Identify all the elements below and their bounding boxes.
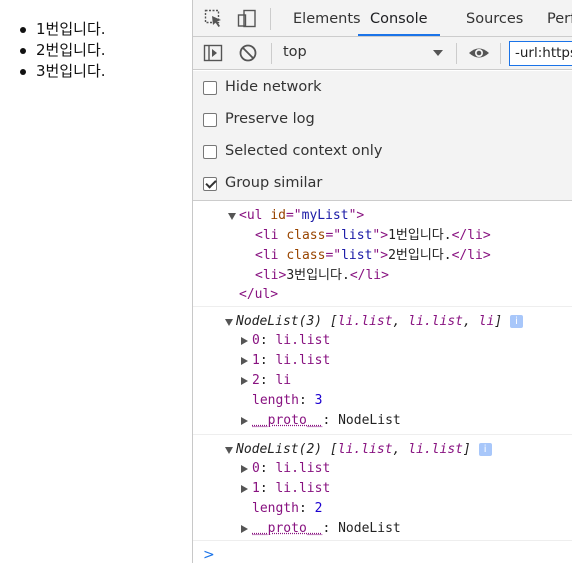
nodelist-entry[interactable]: 2: li bbox=[252, 371, 291, 391]
console-message: NodeList(3) [li.list, li.list, li] i 0: … bbox=[193, 308, 572, 435]
list-item: 1번입니다. bbox=[18, 19, 106, 40]
preserve-log-checkbox[interactable] bbox=[203, 113, 217, 127]
expand-arrow-icon[interactable] bbox=[241, 377, 248, 385]
preserve-log-label: Preserve log bbox=[225, 111, 315, 127]
nodelist-entry[interactable]: 1: li.list bbox=[252, 479, 330, 499]
toolbar-separator bbox=[500, 43, 501, 64]
console-message: <ul id="myList"> <li class="list">1번입니다.… bbox=[193, 201, 572, 307]
expand-arrow-icon[interactable] bbox=[241, 337, 248, 345]
context-selector[interactable]: top bbox=[283, 44, 307, 60]
filter-input[interactable]: -url:https bbox=[509, 41, 572, 66]
devtools-panel: Elements Console Sources Perf top -url:h… bbox=[192, 0, 572, 563]
list-item: 3번입니다. bbox=[18, 61, 106, 82]
console-message: NodeList(2) [li.list, li.list] i 0: li.l… bbox=[193, 436, 572, 541]
console-prompt[interactable]: > bbox=[203, 547, 215, 563]
nodelist-entry[interactable]: 1: li.list bbox=[252, 351, 330, 371]
nodelist-proto[interactable]: __proto__: NodeList bbox=[252, 411, 401, 431]
selected-context-checkbox[interactable] bbox=[203, 145, 217, 159]
hide-network-checkbox[interactable] bbox=[203, 81, 217, 95]
page-viewport: 1번입니다. 2번입니다. 3번입니다. bbox=[0, 0, 192, 563]
expand-arrow-icon[interactable] bbox=[241, 525, 248, 533]
info-icon[interactable]: i bbox=[509, 315, 523, 328]
li-element[interactable]: <li class="list">2번입니다.</li> bbox=[255, 246, 491, 266]
tab-performance[interactable]: Perf bbox=[547, 0, 572, 36]
ul-open-tag[interactable]: <ul id="myList"> bbox=[239, 206, 364, 226]
eye-icon[interactable] bbox=[468, 43, 489, 63]
nodelist-summary[interactable]: NodeList(3) [li.list, li.list, li] i bbox=[236, 312, 523, 332]
ul-close-tag: </ul> bbox=[239, 287, 279, 302]
console-toolbar: top -url:https bbox=[193, 37, 572, 70]
nodelist-summary[interactable]: NodeList(2) [li.list, li.list] i bbox=[236, 440, 492, 460]
expand-arrow-icon[interactable] bbox=[241, 485, 248, 493]
tab-console[interactable]: Console bbox=[358, 0, 440, 36]
group-similar-label: Group similar bbox=[225, 175, 323, 191]
clear-console-icon[interactable] bbox=[238, 43, 258, 63]
nodelist-entry[interactable]: 0: li.list bbox=[252, 459, 330, 479]
nodelist-length: length: 3 bbox=[252, 393, 323, 408]
nodelist-entry[interactable]: 0: li.list bbox=[252, 331, 330, 351]
chevron-down-icon[interactable] bbox=[433, 50, 443, 56]
expand-arrow-icon[interactable] bbox=[241, 465, 248, 473]
info-icon[interactable]: i bbox=[478, 443, 492, 456]
sidebar-toggle-icon[interactable] bbox=[203, 43, 223, 63]
nodelist-proto[interactable]: __proto__: NodeList bbox=[252, 519, 401, 539]
list-item: 2번입니다. bbox=[18, 40, 106, 61]
nodelist-length: length: 2 bbox=[252, 501, 323, 516]
expand-arrow-icon[interactable] bbox=[228, 213, 236, 220]
my-list: 1번입니다. 2번입니다. 3번입니다. bbox=[18, 19, 106, 82]
tab-sources[interactable]: Sources bbox=[466, 0, 523, 36]
hide-network-label: Hide network bbox=[225, 79, 322, 95]
toolbar-separator bbox=[456, 43, 457, 64]
expand-arrow-icon[interactable] bbox=[241, 357, 248, 365]
console-output: <ul id="myList"> <li class="list">1번입니다.… bbox=[193, 201, 572, 563]
expand-arrow-icon[interactable] bbox=[241, 417, 248, 425]
tab-elements[interactable]: Elements bbox=[293, 0, 361, 36]
toolbar-separator bbox=[270, 8, 271, 30]
expand-arrow-icon[interactable] bbox=[225, 319, 233, 326]
inspect-element-icon[interactable] bbox=[204, 9, 224, 29]
console-settings: Hide network Preserve log Selected conte… bbox=[193, 71, 572, 201]
selected-context-label: Selected context only bbox=[225, 143, 383, 159]
toolbar-separator bbox=[271, 43, 272, 64]
li-element[interactable]: <li>3번입니다.</li> bbox=[255, 266, 389, 286]
li-element[interactable]: <li class="list">1번입니다.</li> bbox=[255, 226, 491, 246]
devtools-tabbar: Elements Console Sources Perf bbox=[193, 0, 572, 37]
group-similar-checkbox[interactable] bbox=[203, 177, 217, 191]
device-toolbar-icon[interactable] bbox=[237, 9, 257, 29]
expand-arrow-icon[interactable] bbox=[225, 447, 233, 454]
